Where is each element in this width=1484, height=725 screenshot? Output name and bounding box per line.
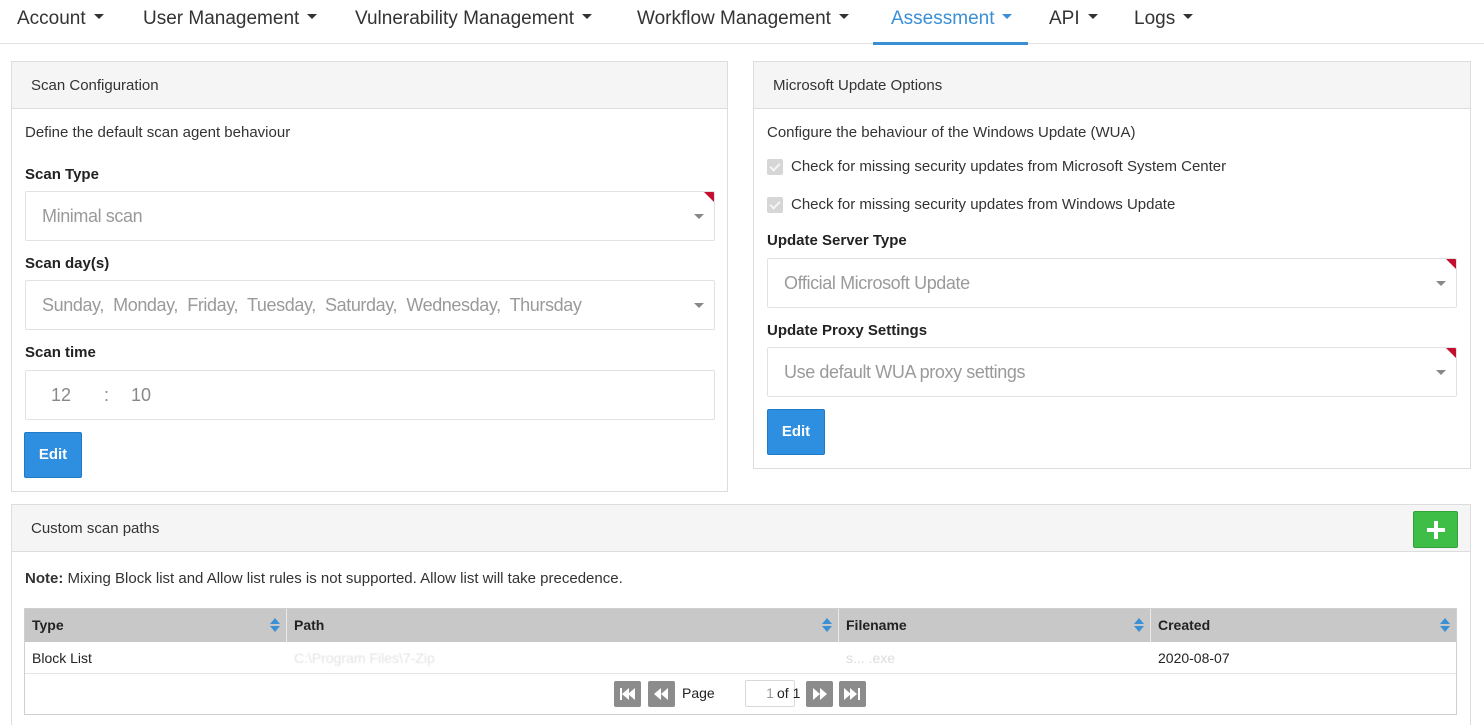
scan-config-edit-button[interactable]: Edit <box>24 432 82 478</box>
caret-down-icon <box>1002 14 1013 20</box>
scan-time-minute[interactable]: 10 <box>131 371 151 419</box>
scan-days-select[interactable]: Sunday, Monday, Friday, Tuesday, Saturda… <box>25 280 715 330</box>
ms-update-edit-button[interactable]: Edit <box>767 409 825 455</box>
caret-down-icon <box>1183 14 1194 20</box>
scan-time-hour[interactable]: 12 <box>51 371 71 419</box>
update-proxy-settings-label: Update Proxy Settings <box>767 322 928 339</box>
update-proxy-settings-value: Use default WUA proxy settings <box>784 362 1026 382</box>
custom-paths-table: Type Path Filename Created Block List C:… <box>24 608 1457 715</box>
top-navigation: Account User Management Vulnerability Ma… <box>0 0 1484 45</box>
page-total: of 1 <box>777 685 801 701</box>
chevron-down-icon <box>694 214 704 219</box>
caret-down-icon <box>1087 14 1098 20</box>
panel-title: Microsoft Update Options <box>754 62 1470 109</box>
cell-path: C:\Program Files\7-Zip <box>294 650 435 666</box>
previous-page-button[interactable] <box>648 681 675 707</box>
column-header-path[interactable]: Path <box>287 609 839 642</box>
caret-down-icon <box>838 14 849 20</box>
sort-icon <box>270 618 280 633</box>
chevron-down-icon <box>1436 281 1446 286</box>
scan-type-label: Scan Type <box>25 166 99 183</box>
scan-days-value: Sunday, Monday, Friday, Tuesday, Saturda… <box>42 295 582 315</box>
checkbox-checked-icon[interactable] <box>767 159 783 175</box>
nav-api[interactable]: API <box>1049 0 1098 44</box>
first-page-button[interactable] <box>614 681 641 707</box>
nav-vulnerability-management[interactable]: Vulnerability Management <box>355 0 592 44</box>
required-flag-icon <box>1446 259 1456 269</box>
note-text: Note: Mixing Block list and Allow list r… <box>25 570 623 587</box>
sort-icon <box>1134 618 1144 633</box>
scan-time-separator: : <box>104 385 110 405</box>
nav-user-management[interactable]: User Management <box>143 0 318 44</box>
caret-down-icon <box>581 14 592 20</box>
chevron-down-icon <box>694 303 704 308</box>
nav-account[interactable]: Account <box>17 0 104 44</box>
column-header-type[interactable]: Type <box>25 609 287 642</box>
update-server-type-label: Update Server Type <box>767 232 907 249</box>
panel-description: Define the default scan agent behaviour <box>25 124 291 141</box>
pagination: Page 1 of 1 <box>25 675 1456 714</box>
nav-logs[interactable]: Logs <box>1134 0 1194 44</box>
update-proxy-settings-select[interactable]: Use default WUA proxy settings <box>767 347 1457 397</box>
column-header-created[interactable]: Created <box>1151 609 1456 642</box>
table-row[interactable]: Block List C:\Program Files\7-Zip s... .… <box>25 642 1456 674</box>
add-path-button[interactable] <box>1413 511 1458 548</box>
last-page-button[interactable] <box>839 681 866 707</box>
nav-assessment[interactable]: Assessment <box>891 0 1013 44</box>
caret-down-icon <box>93 14 104 20</box>
cell-filename: s... .exe <box>846 650 896 666</box>
page-label: Page <box>682 685 715 701</box>
cell-type: Block List <box>32 650 92 666</box>
nav-workflow-management[interactable]: Workflow Management <box>637 0 849 44</box>
microsoft-update-options-panel: Microsoft Update Options Configure the b… <box>753 61 1471 469</box>
active-tab-indicator <box>873 42 1028 45</box>
update-server-type-value: Official Microsoft Update <box>784 273 970 293</box>
table-header: Type Path Filename Created <box>25 609 1456 642</box>
scan-time-picker: 12 : 10 <box>25 370 715 420</box>
column-header-filename[interactable]: Filename <box>839 609 1151 642</box>
scan-type-value: Minimal scan <box>42 206 143 226</box>
fast-forward-icon <box>813 688 820 700</box>
scan-days-label: Scan day(s) <box>25 255 110 272</box>
scan-time-label: Scan time <box>25 344 96 361</box>
panel-description: Configure the behaviour of the Windows U… <box>767 124 1136 141</box>
required-flag-icon <box>1446 348 1456 358</box>
scan-configuration-panel: Scan Configuration Define the default sc… <box>11 61 728 492</box>
scan-type-select[interactable]: Minimal scan <box>25 191 715 241</box>
sort-icon <box>822 618 832 633</box>
panel-title: Scan Configuration <box>12 62 727 109</box>
sort-icon <box>1440 618 1450 633</box>
panel-title: Custom scan paths <box>12 505 1470 552</box>
update-server-type-select[interactable]: Official Microsoft Update <box>767 258 1457 308</box>
rewind-icon <box>654 688 661 700</box>
next-page-button[interactable] <box>806 681 833 707</box>
caret-down-icon <box>307 14 318 20</box>
checkbox-checked-icon[interactable] <box>767 197 783 213</box>
cell-created: 2020-08-07 <box>1158 650 1230 666</box>
required-flag-icon <box>704 192 714 202</box>
chevron-down-icon <box>1436 370 1446 375</box>
